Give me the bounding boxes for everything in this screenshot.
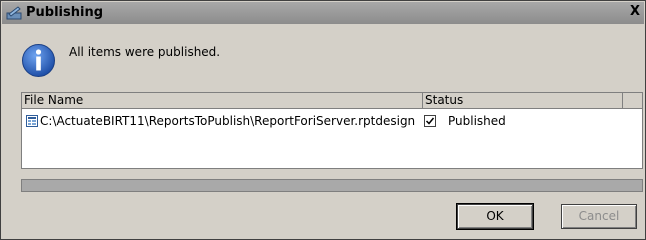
column-header-status[interactable]: Status	[423, 93, 623, 109]
publish-icon	[6, 6, 22, 20]
report-file-icon	[26, 115, 38, 127]
column-header-file-name[interactable]: File Name	[22, 93, 423, 109]
check-mark-icon	[425, 117, 435, 125]
title-bar[interactable]: Publishing X	[2, 2, 644, 24]
progress-bar	[21, 179, 643, 192]
window-title: Publishing	[26, 5, 104, 20]
ok-button[interactable]: OK	[456, 203, 534, 230]
checkbox-checked-icon[interactable]	[424, 115, 436, 127]
close-icon[interactable]: X	[628, 5, 642, 20]
column-header-filler	[623, 93, 642, 109]
info-icon	[22, 44, 55, 77]
publishing-dialog: Publishing X All items were published. F…	[0, 0, 646, 240]
status-cell: Published	[448, 114, 506, 128]
results-table: File Name Status C:\ActuateBIRT11\Report…	[21, 92, 643, 169]
cancel-button[interactable]: Cancel	[561, 204, 637, 229]
status-message: All items were published.	[69, 45, 221, 59]
progress-fill	[22, 180, 642, 191]
table-row[interactable]: C:\ActuateBIRT11\ReportsToPublish\Report…	[22, 113, 642, 129]
file-name-cell: C:\ActuateBIRT11\ReportsToPublish\Report…	[40, 114, 416, 128]
